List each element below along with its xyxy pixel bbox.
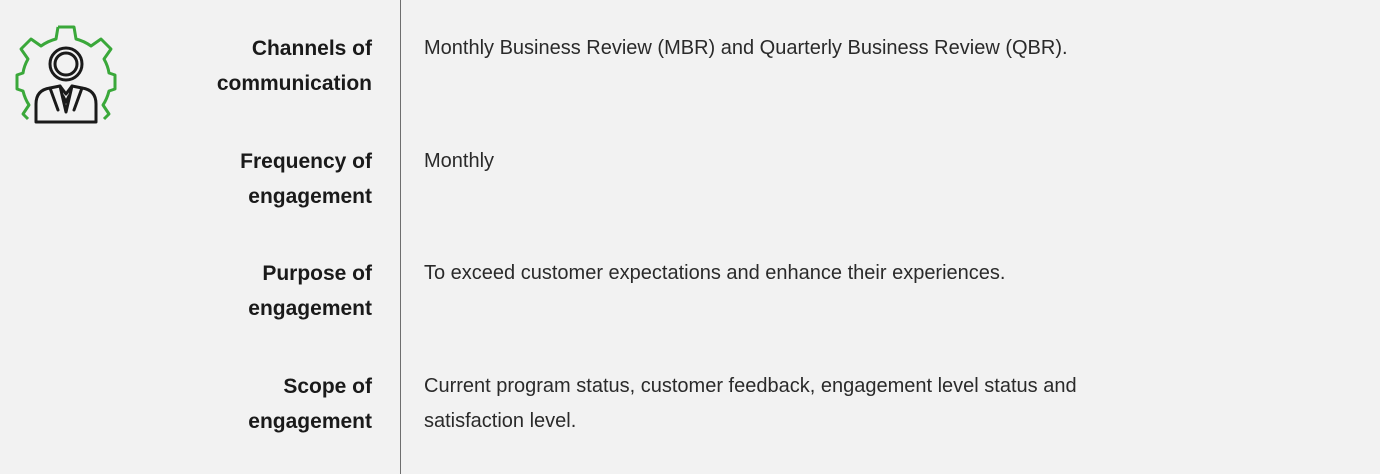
row-label: Scope of engagement [248,375,372,433]
row-label: Frequency of engagement [240,150,372,208]
row-value: To exceed customer expectations and enha… [424,262,1006,284]
row-value: Monthly Business Review (MBR) and Quarte… [424,37,1068,59]
row-label: Channels of communication [216,37,372,95]
row-value: Current program status, customer feedbac… [424,375,1077,432]
row-value: Monthly [424,150,495,172]
column-divider [400,0,401,474]
row-label: Purpose of engagement [248,262,372,320]
